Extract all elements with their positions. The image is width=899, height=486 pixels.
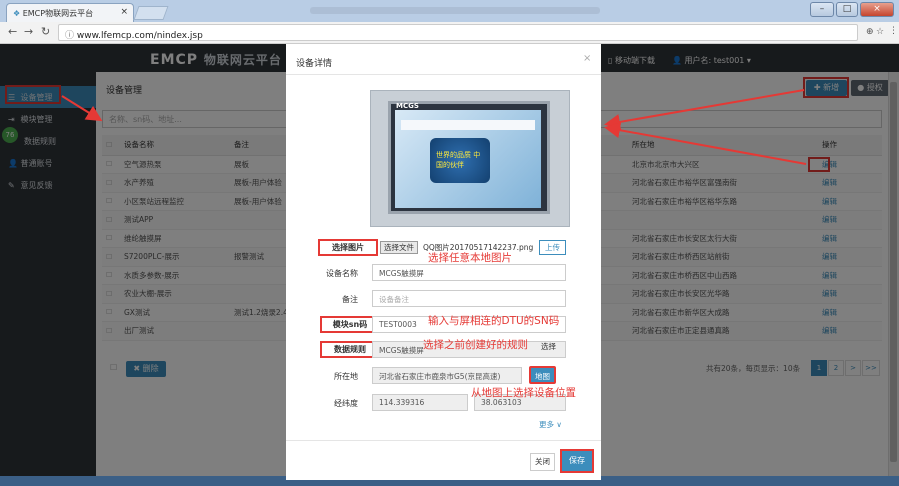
arrow-from-add	[604, 89, 805, 130]
arrow-from-edit	[604, 122, 807, 165]
annotation-arrows	[61, 89, 807, 165]
arrow-to-search	[61, 95, 103, 122]
